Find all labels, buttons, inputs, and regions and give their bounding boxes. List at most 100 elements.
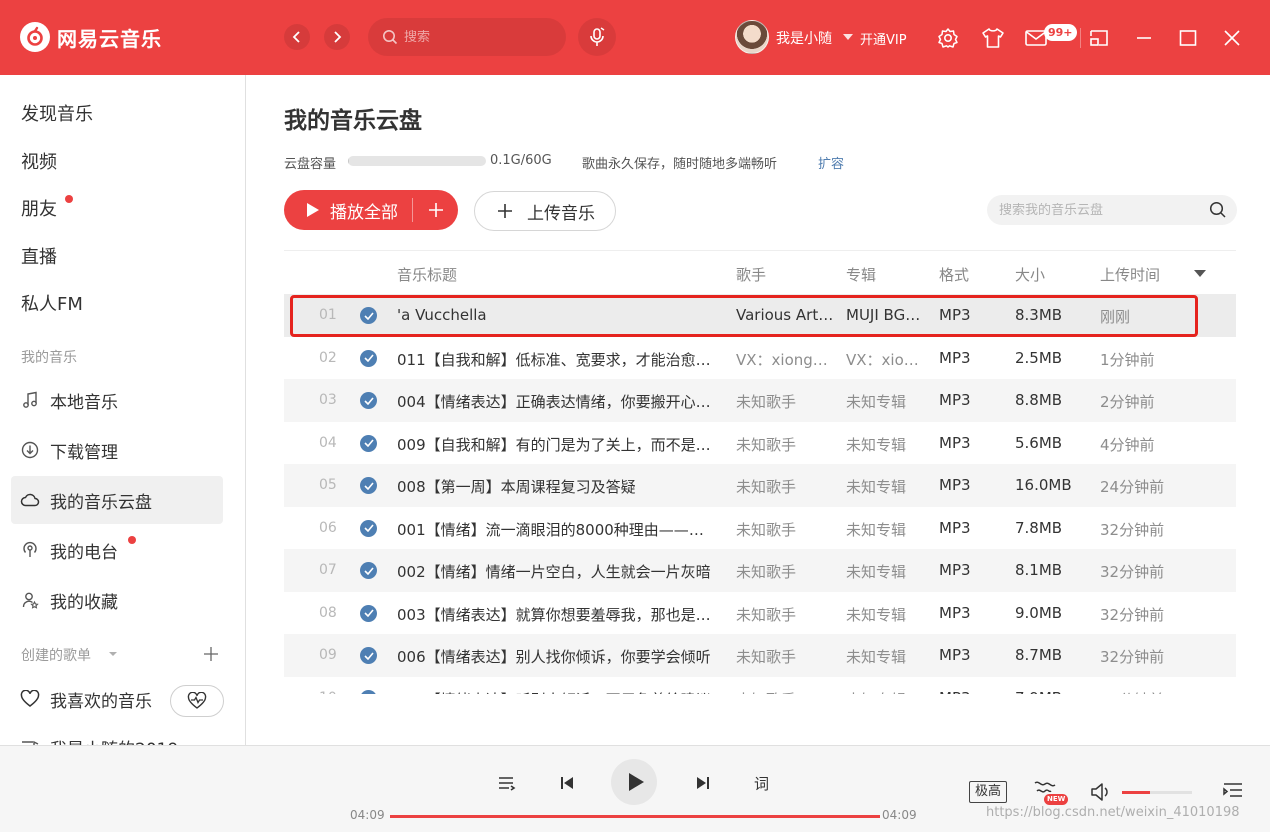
column-header-upload-time[interactable]: 上传时间 [1100,264,1160,285]
song-album[interactable]: 未知专辑 [846,476,926,497]
playlist-item-liked[interactable]: 我喜欢的音乐 [11,675,171,723]
song-artist[interactable]: 未知歌手 [736,561,836,582]
volume-slider[interactable] [1122,791,1192,794]
song-title[interactable]: 003【情绪表达】就算你想要羞辱我，那也是你的事 [397,604,715,625]
create-playlist-plus-icon[interactable] [203,646,219,662]
created-playlists-section-title[interactable]: 创建的歌单 [21,645,91,665]
sidebar-item-friends[interactable]: 朋友 [21,195,57,221]
song-artist[interactable]: 未知歌手 [736,434,836,455]
table-row[interactable]: 06 001【情绪】流一滴眼泪的8000种理由——认识情绪 未知歌手 未知专辑 MP3 7… [284,507,1236,550]
song-artist[interactable]: 未知歌手 [736,519,836,540]
settings-button[interactable] [936,26,960,50]
expand-capacity-link[interactable]: 扩容 [818,153,844,172]
sidebar-item-downloads[interactable]: 下载管理 [11,426,223,474]
song-title[interactable]: 011【自我和解】低标准、宽要求，才能治愈完美主义 [397,349,715,370]
voice-search-button[interactable] [578,18,616,56]
song-album[interactable]: 未知专辑 [846,604,926,625]
song-artist[interactable]: 未知歌手 [736,689,836,695]
sidebar-item-personal-fm[interactable]: 私人FM [21,290,83,316]
song-album[interactable]: 未知专辑 [846,434,926,455]
forward-button[interactable] [324,24,350,50]
song-title[interactable]: 009【自我和解】有的门是为了关上，而不是打开 [397,434,715,455]
sort-caret-icon[interactable] [1194,270,1206,277]
user-menu-caret-icon[interactable] [843,34,853,40]
playlist-item-2019[interactable]: 我是小随的2019 [11,723,223,745]
song-album[interactable]: 未知专辑 [846,391,926,412]
table-row[interactable]: 09 006【情绪表达】别人找你倾诉，你要学会倾听 未知歌手 未知专辑 MP3 8.7MB… [284,634,1236,677]
song-artist[interactable]: 未知歌手 [736,646,836,667]
previous-button[interactable] [556,772,578,794]
song-title[interactable]: 004【情绪表达】正确表达情绪，你要搬开心里的石头 [397,391,715,412]
minimize-button[interactable] [1132,26,1156,50]
table-row[interactable]: 02 011【自我和解】低标准、宽要求，才能治愈完美主义 VX：xiong9527 V… [284,337,1236,380]
song-title[interactable]: 001【情绪】流一滴眼泪的8000种理由——认识情绪 [397,519,715,540]
song-album[interactable]: 未知专辑 [846,519,926,540]
search-icon[interactable] [1209,201,1227,219]
column-header-album[interactable]: 专辑 [846,264,876,285]
play-mode-button[interactable] [496,772,518,794]
song-title[interactable]: 002【情绪】情绪一片空白，人生就会一片灰暗 [397,561,715,582]
table-row[interactable]: 05 008【第一周】本周课程复习及答疑 未知歌手 未知专辑 MP3 16.0MB 24分钟… [284,464,1236,507]
column-header-artist[interactable]: 歌手 [736,264,766,285]
maximize-button[interactable] [1176,26,1200,50]
song-album[interactable]: VX：xiong9527 [846,349,926,370]
table-row[interactable]: 04 009【自我和解】有的门是为了关上，而不是打开 未知歌手 未知专辑 MP3 5.6M… [284,422,1236,465]
cloud-search[interactable] [987,195,1237,225]
vip-link[interactable]: 开通VIP [860,29,907,48]
song-title[interactable]: 006【情绪表达】别人找你倾诉，你要学会倾听 [397,646,715,667]
song-title[interactable]: 007【情绪表达】听别人倾诉，不用急着给建议 [397,689,715,695]
sound-quality-button[interactable]: 极高 [969,781,1007,803]
cloud-search-input[interactable] [999,202,1199,218]
sidebar-item-favorites[interactable]: 我的收藏 [11,576,223,624]
global-search[interactable] [368,18,566,56]
heartbeat-mode-button[interactable] [170,685,224,717]
song-album[interactable]: 未知专辑 [846,689,926,695]
global-search-input[interactable] [404,29,554,45]
song-size: 8.8MB [1015,391,1063,409]
table-row[interactable]: 08 003【情绪表达】就算你想要羞辱我，那也是你的事 未知歌手 未知专辑 MP3 9.0… [284,592,1236,635]
song-artist[interactable]: 未知歌手 [736,604,836,625]
avatar[interactable] [735,20,769,54]
column-header-title[interactable]: 音乐标题 [397,264,457,285]
song-album[interactable]: 未知专辑 [846,646,926,667]
sidebar-item-video[interactable]: 视频 [21,148,57,174]
next-button[interactable] [692,772,714,794]
song-title[interactable]: 'a Vucchella [397,306,715,324]
column-header-format[interactable]: 格式 [939,264,969,285]
sidebar-item-cloud-disk[interactable]: 我的音乐云盘 [11,476,223,524]
play-all-main[interactable]: 播放全部 [284,190,412,230]
play-all-button[interactable]: 播放全部 [284,190,458,230]
song-artist[interactable]: 未知歌手 [736,476,836,497]
song-album[interactable]: MUJI BGM 2 [846,306,926,324]
play-pause-button[interactable] [611,759,657,805]
upload-music-button[interactable]: 上传音乐 [474,191,616,231]
app-logo[interactable]: 网易云音乐 [20,22,162,52]
song-album[interactable]: 未知专辑 [846,561,926,582]
mini-mode-button[interactable] [1087,26,1111,50]
lyrics-button[interactable]: 词 [754,773,769,794]
sidebar-item-my-radio[interactable]: 我的电台 [11,526,223,574]
skin-button[interactable] [981,26,1005,50]
table-row[interactable]: 03 004【情绪表达】正确表达情绪，你要搬开心里的石头未知歌手未知专辑 MP3 8.… [284,379,1236,422]
playlist-queue-button[interactable] [1221,779,1245,803]
add-all-to-queue-button[interactable] [413,190,458,230]
table-row[interactable]: 01 'a Vucchella Various Artists MUJI BGM 2 M… [284,294,1236,337]
song-title[interactable]: 008【第一周】本周课程复习及答疑 [397,476,715,497]
progress-bar[interactable] [390,815,880,818]
song-artist[interactable]: Various Artists [736,306,836,324]
song-size: 8.3MB [1015,306,1063,324]
username[interactable]: 我是小随 [776,28,832,48]
song-list: 01 'a Vucchella Various Artists MUJI BGM 2 M… [284,294,1236,694]
song-artist[interactable]: VX：xiong9527 [736,349,836,370]
close-button[interactable] [1220,26,1244,50]
back-button[interactable] [284,24,310,50]
sidebar-item-live[interactable]: 直播 [21,243,57,269]
sidebar-item-discover[interactable]: 发现音乐 [21,100,93,126]
sidebar-item-local-music[interactable]: 本地音乐 [11,376,223,424]
table-row[interactable]: 10 007【情绪表达】听别人倾诉，不用急着给建议 未知歌手 未知专辑 MP3 7.9MB… [284,677,1236,695]
column-header-size[interactable]: 大小 [1015,264,1045,285]
volume-button[interactable] [1089,781,1111,803]
song-artist[interactable]: 未知歌手 [736,391,836,412]
playlists-collapse-caret-icon[interactable] [108,651,118,657]
table-row[interactable]: 07 002【情绪】情绪一片空白，人生就会一片灰暗 未知歌手 未知专辑 MP3 8.1MB… [284,549,1236,592]
